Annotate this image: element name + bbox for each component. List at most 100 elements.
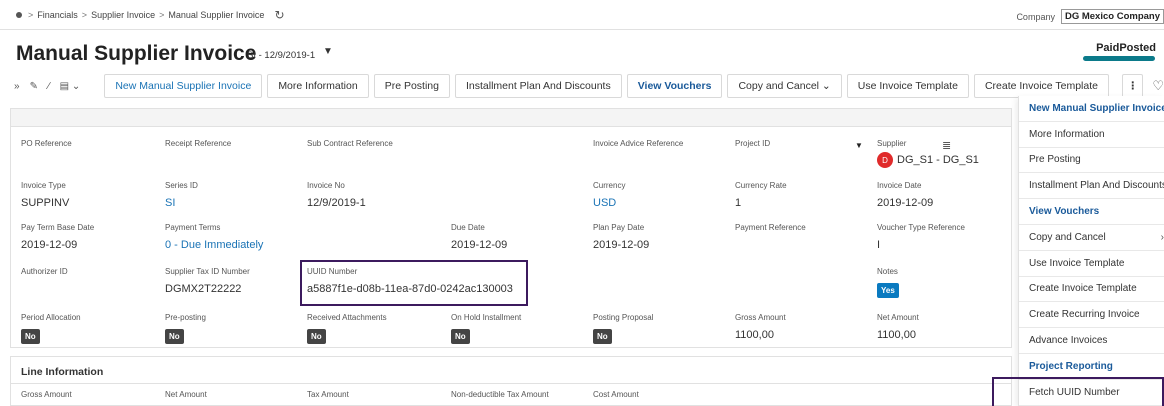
fetch-uuid-highlight-box [992,377,1164,406]
payment-terms-field[interactable]: Payment Terms 0 - Due Immediately [165,223,263,251]
pre-posting-button[interactable]: Pre Posting [373,74,450,98]
toggle-badge[interactable]: No [451,329,470,344]
breadcrumb-item-manual-supplier-invoice[interactable]: Manual Supplier Invoice [168,10,264,20]
field-label: Invoice Advice Reference [593,139,684,148]
field-label: Voucher Type Reference [877,223,965,232]
command-toolbar: » ✎ ∕ ▤ ⌄ New Manual Supplier Invoice Mo… [0,73,1164,99]
field-value: I [877,239,881,251]
toggle-badge[interactable]: No [307,329,326,344]
field-label: Project ID [735,139,771,148]
chevron-right-icon: › [1160,231,1164,243]
view-vouchers-button[interactable]: View Vouchers [626,74,723,98]
period-allocation-field[interactable]: Period Allocation No [21,313,81,344]
supplier-value-wrap: D DG_S1 - DG_S1 [877,152,979,168]
company-value[interactable]: DG Mexico Company [1060,9,1164,24]
breadcrumb-item-supplier-invoice[interactable]: Supplier Invoice [91,10,155,20]
gross-amount-field[interactable]: Gross Amount 1100,00 [735,313,786,341]
caret-down-icon[interactable]: ▼ [855,141,863,150]
status-label: PaidPosted [1096,42,1156,54]
payment-reference-field[interactable]: Payment Reference [735,223,806,232]
field-label: Period Allocation [21,313,81,322]
pre-posting-field[interactable]: Pre-posting No [165,313,206,344]
field-label: Payment Reference [735,223,806,232]
supplier-tax-id-field[interactable]: Supplier Tax ID Number DGMX2T22222 [165,267,250,295]
field-value: 2019-12-09 [593,239,650,251]
record-selector[interactable]: SI - 12/9/2019-1 [247,50,315,61]
installment-plan-button[interactable]: Installment Plan And Discounts [454,74,622,98]
currency-rate-field[interactable]: Currency Rate 1 [735,181,787,209]
menu-item-copy-and-cancel[interactable]: Copy and Cancel › [1019,225,1164,251]
supplier-field[interactable]: Supplier D DG_S1 - DG_S1 [877,139,979,168]
pay-term-base-date-field[interactable]: Pay Term Base Date 2019-12-09 [21,223,94,251]
series-id-field[interactable]: Series ID SI [165,181,198,209]
copy-and-cancel-button[interactable]: Copy and Cancel ⌄ [727,74,842,98]
invoice-no-field[interactable]: Invoice No 12/9/2019-1 [307,181,366,209]
field-label: Series ID [165,181,198,190]
invoice-date-field[interactable]: Invoice Date 2019-12-09 [877,181,933,209]
menu-item-new-manual-supplier-invoice[interactable]: New Manual Supplier Invoice [1019,96,1164,122]
status-progress-bar [1083,56,1155,61]
receipt-reference-field[interactable]: Receipt Reference [165,139,231,148]
menu-item-create-invoice-template[interactable]: Create Invoice Template [1019,277,1164,303]
invoice-form: PO Reference Receipt Reference Sub Contr… [10,108,1012,348]
field-label: On Hold Installment [451,313,522,322]
field-label: Gross Amount [735,313,786,322]
invoice-type-field[interactable]: Invoice Type SUPPINV [21,181,69,209]
po-reference-field[interactable]: PO Reference [21,139,72,148]
due-date-field[interactable]: Due Date 2019-12-09 [451,223,507,251]
attachment-icon[interactable]: ✎ [30,81,38,92]
project-id-field[interactable]: Project ID [735,139,770,148]
plan-pay-date-field[interactable]: Plan Pay Date 2019-12-09 [593,223,649,251]
sub-contract-reference-field[interactable]: Sub Contract Reference [307,139,393,148]
avatar: D [877,152,893,168]
use-invoice-template-button[interactable]: Use Invoice Template [846,74,969,98]
field-value[interactable]: USD [593,197,625,209]
field-label: PO Reference [21,139,72,148]
notes-badge[interactable]: Yes [877,283,899,298]
toggle-badge[interactable]: No [165,329,184,344]
more-actions-button[interactable]: ⋮ [1121,74,1144,98]
menu-item-use-invoice-template[interactable]: Use Invoice Template [1019,251,1164,277]
company-selector[interactable]: Company DG Mexico Company [1016,9,1164,24]
toggle-badge[interactable]: No [21,329,40,344]
menu-item-project-reporting[interactable]: Project Reporting [1019,354,1164,380]
menu-item-installment-plan[interactable]: Installment Plan And Discounts [1019,173,1164,200]
field-label: Sub Contract Reference [307,139,393,148]
company-label: Company [1016,11,1055,22]
chevron-right-icon: > [81,9,88,20]
field-value[interactable]: 0 - Due Immediately [165,239,263,251]
net-amount-field[interactable]: Net Amount 1100,00 [877,313,919,341]
column-header: Gross Amount [21,390,72,399]
breadcrumb: > Financials > Supplier Invoice > Manual… [28,10,264,20]
field-label: Pay Term Base Date [21,223,95,232]
new-manual-supplier-invoice-button[interactable]: New Manual Supplier Invoice [104,74,263,98]
voucher-type-reference-field[interactable]: Voucher Type Reference I [877,223,965,251]
refresh-icon[interactable]: ↻ [274,8,284,22]
menu-item-view-vouchers[interactable]: View Vouchers [1019,199,1164,225]
invoice-advice-reference-field[interactable]: Invoice Advice Reference [593,139,683,148]
currency-field[interactable]: Currency USD [593,181,625,209]
clipboard-icon[interactable]: ▤ ⌄ [60,81,81,92]
posting-proposal-field[interactable]: Posting Proposal No [593,313,653,344]
divider [11,383,1011,384]
toggle-badge[interactable]: No [593,329,612,344]
menu-item-more-information[interactable]: More Information [1019,122,1164,148]
authorizer-id-field[interactable]: Authorizer ID [21,267,68,276]
menu-item-create-recurring-invoice[interactable]: Create Recurring Invoice [1019,302,1164,329]
field-value[interactable]: SI [165,197,198,209]
expand-icon[interactable]: » [14,81,20,92]
notes-field[interactable]: Notes Yes [877,267,899,298]
more-information-button[interactable]: More Information [267,74,369,98]
field-label: Receipt Reference [165,139,232,148]
on-hold-installment-field[interactable]: On Hold Installment No [451,313,521,344]
field-value: 1100,00 [877,329,916,341]
create-invoice-template-button[interactable]: Create Invoice Template [973,74,1109,98]
edit-icon[interactable]: ∕ [48,81,50,92]
favorite-icon[interactable]: ♡ [1152,78,1164,94]
caret-down-icon[interactable]: ▼ [323,46,333,57]
field-value: SUPPINV [21,197,70,209]
menu-item-pre-posting[interactable]: Pre Posting [1019,148,1164,174]
breadcrumb-item-financials[interactable]: Financials [37,10,78,20]
received-attachments-field[interactable]: Received Attachments No [307,313,387,344]
menu-item-advance-invoices[interactable]: Advance Invoices [1019,328,1164,354]
